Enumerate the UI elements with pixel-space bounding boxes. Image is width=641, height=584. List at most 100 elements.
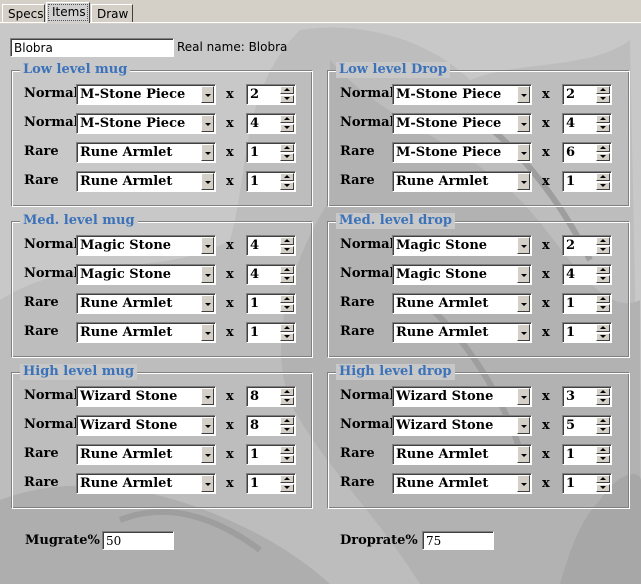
arrow-down-icon[interactable] (280, 304, 294, 312)
quantity-stepper[interactable]: 4 (562, 264, 612, 285)
quantity-stepper[interactable]: 1 (562, 444, 612, 465)
chevron-down-icon[interactable] (201, 388, 214, 405)
chevron-down-icon[interactable] (517, 86, 530, 103)
quantity-stepper[interactable]: 1 (246, 473, 296, 494)
item-select[interactable]: Rune Armlet (392, 293, 532, 314)
quantity-stepper[interactable]: 4 (246, 264, 296, 285)
arrow-up-icon[interactable] (596, 144, 610, 152)
chevron-down-icon[interactable] (517, 173, 530, 190)
chevron-down-icon[interactable] (517, 237, 530, 254)
arrow-down-icon[interactable] (280, 275, 294, 283)
chevron-down-icon[interactable] (201, 417, 214, 434)
quantity-stepper[interactable]: 4 (562, 113, 612, 134)
arrow-down-icon[interactable] (596, 397, 610, 405)
chevron-down-icon[interactable] (201, 115, 214, 132)
arrow-down-icon[interactable] (280, 484, 294, 492)
arrow-down-icon[interactable] (596, 124, 610, 132)
arrow-up-icon[interactable] (280, 324, 294, 332)
arrow-down-icon[interactable] (596, 95, 610, 103)
chevron-down-icon[interactable] (517, 295, 530, 312)
quantity-stepper[interactable]: 6 (562, 142, 612, 163)
tab-specs[interactable]: Specs (2, 4, 45, 22)
arrow-up-icon[interactable] (596, 237, 610, 245)
arrow-down-icon[interactable] (280, 397, 294, 405)
arrow-down-icon[interactable] (596, 246, 610, 254)
item-select[interactable]: M-Stone Piece (76, 84, 216, 105)
chevron-down-icon[interactable] (517, 266, 530, 283)
chevron-down-icon[interactable] (201, 295, 214, 312)
arrow-up-icon[interactable] (596, 115, 610, 123)
arrow-up-icon[interactable] (596, 417, 610, 425)
arrow-down-icon[interactable] (596, 333, 610, 341)
item-select[interactable]: Wizard Stone (76, 415, 216, 436)
arrow-up-icon[interactable] (596, 173, 610, 181)
arrow-down-icon[interactable] (280, 455, 294, 463)
arrow-down-icon[interactable] (280, 95, 294, 103)
arrow-up-icon[interactable] (596, 266, 610, 274)
tab-items[interactable]: Items (46, 2, 90, 23)
chevron-down-icon[interactable] (201, 266, 214, 283)
item-select[interactable]: Wizard Stone (392, 415, 532, 436)
arrow-up-icon[interactable] (280, 237, 294, 245)
arrow-up-icon[interactable] (596, 295, 610, 303)
arrow-down-icon[interactable] (280, 333, 294, 341)
tab-draw[interactable]: Draw (91, 4, 133, 22)
quantity-stepper[interactable]: 1 (562, 322, 612, 343)
arrow-up-icon[interactable] (596, 475, 610, 483)
chevron-down-icon[interactable] (517, 388, 530, 405)
chevron-down-icon[interactable] (517, 446, 530, 463)
quantity-stepper[interactable]: 1 (246, 322, 296, 343)
arrow-up-icon[interactable] (596, 446, 610, 454)
item-select[interactable]: M-Stone Piece (76, 113, 216, 134)
chevron-down-icon[interactable] (517, 324, 530, 341)
arrow-up-icon[interactable] (280, 388, 294, 396)
arrow-down-icon[interactable] (596, 275, 610, 283)
arrow-up-icon[interactable] (280, 295, 294, 303)
arrow-up-icon[interactable] (596, 324, 610, 332)
quantity-stepper[interactable]: 3 (562, 386, 612, 407)
quantity-stepper[interactable]: 1 (246, 444, 296, 465)
arrow-up-icon[interactable] (280, 144, 294, 152)
quantity-stepper[interactable]: 2 (562, 84, 612, 105)
chevron-down-icon[interactable] (517, 417, 530, 434)
item-select[interactable]: Rune Armlet (76, 444, 216, 465)
item-select[interactable]: Rune Armlet (76, 322, 216, 343)
quantity-stepper[interactable]: 1 (562, 171, 612, 192)
quantity-stepper[interactable]: 8 (246, 415, 296, 436)
item-select[interactable]: Magic Stone (76, 264, 216, 285)
chevron-down-icon[interactable] (201, 446, 214, 463)
chevron-down-icon[interactable] (201, 86, 214, 103)
arrow-down-icon[interactable] (280, 153, 294, 161)
chevron-down-icon[interactable] (201, 237, 214, 254)
quantity-stepper[interactable]: 4 (246, 235, 296, 256)
quantity-stepper[interactable]: 5 (562, 415, 612, 436)
arrow-down-icon[interactable] (596, 455, 610, 463)
mugrate-input[interactable] (102, 531, 174, 550)
arrow-down-icon[interactable] (280, 426, 294, 434)
droprate-input[interactable] (422, 531, 494, 550)
quantity-stepper[interactable]: 1 (246, 293, 296, 314)
quantity-stepper[interactable]: 2 (246, 84, 296, 105)
item-select[interactable]: Rune Armlet (392, 444, 532, 465)
arrow-down-icon[interactable] (280, 182, 294, 190)
arrow-down-icon[interactable] (596, 153, 610, 161)
arrow-down-icon[interactable] (280, 246, 294, 254)
arrow-down-icon[interactable] (596, 182, 610, 190)
arrow-up-icon[interactable] (280, 86, 294, 94)
arrow-up-icon[interactable] (280, 446, 294, 454)
quantity-stepper[interactable]: 1 (246, 171, 296, 192)
item-select[interactable]: Magic Stone (76, 235, 216, 256)
arrow-up-icon[interactable] (280, 115, 294, 123)
item-select[interactable]: Rune Armlet (76, 473, 216, 494)
chevron-down-icon[interactable] (517, 115, 530, 132)
item-select[interactable]: Rune Armlet (392, 322, 532, 343)
item-select[interactable]: Rune Armlet (392, 171, 532, 192)
arrow-up-icon[interactable] (280, 173, 294, 181)
item-select[interactable]: Rune Armlet (76, 171, 216, 192)
item-select[interactable]: Magic Stone (392, 235, 532, 256)
item-select[interactable]: Rune Armlet (392, 473, 532, 494)
item-select[interactable]: M-Stone Piece (392, 113, 532, 134)
quantity-stepper[interactable]: 8 (246, 386, 296, 407)
arrow-up-icon[interactable] (280, 266, 294, 274)
arrow-down-icon[interactable] (596, 304, 610, 312)
